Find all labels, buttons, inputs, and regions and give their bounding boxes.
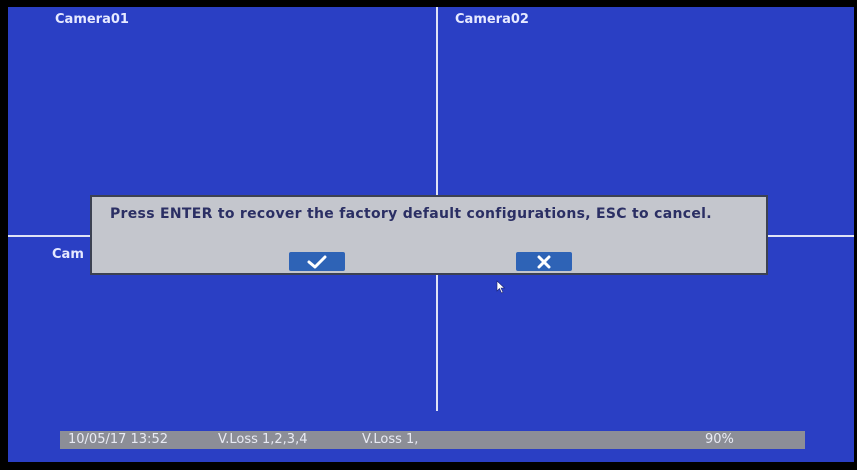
cancel-button[interactable] — [516, 252, 572, 271]
status-vloss-primary: V.Loss 1,2,3,4 — [218, 432, 308, 447]
camera-label-3: Cam — [52, 247, 84, 262]
status-vloss-secondary: V.Loss 1, — [362, 432, 419, 447]
dvr-screen: Camera01 Camera02 Cam Press ENTER to rec… — [8, 7, 854, 462]
status-percent: 90% — [705, 432, 734, 447]
camera-label-1: Camera01 — [55, 12, 129, 27]
status-bar: 10/05/17 13:52 V.Loss 1,2,3,4 V.Loss 1, … — [60, 431, 805, 449]
checkmark-icon — [307, 255, 327, 268]
dialog-message: Press ENTER to recover the factory defau… — [110, 206, 712, 222]
mouse-pointer-icon — [496, 279, 506, 298]
camera-label-2: Camera02 — [455, 12, 529, 27]
x-icon — [537, 255, 551, 268]
status-datetime: 10/05/17 13:52 — [68, 432, 168, 447]
confirm-button[interactable] — [289, 252, 345, 271]
factory-reset-dialog: Press ENTER to recover the factory defau… — [90, 195, 768, 275]
